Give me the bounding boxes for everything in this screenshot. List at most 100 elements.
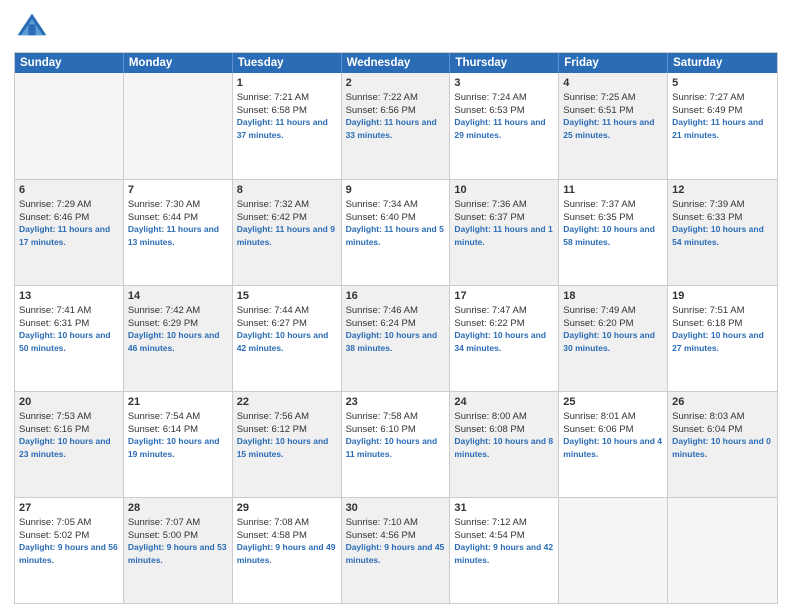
day-number: 19 xyxy=(672,289,773,304)
calendar-cell-25: 25Sunrise: 8:01 AM Sunset: 6:06 PMDayligh… xyxy=(559,392,668,497)
sunset-text: Sunset: 6:33 PM xyxy=(672,212,742,223)
sunset-text: Sunset: 6:46 PM xyxy=(19,212,89,223)
calendar-cell-27: 27Sunrise: 7:05 AMSunset: 5:02 PMDayligh… xyxy=(15,498,124,603)
day-number: 17 xyxy=(454,289,554,304)
day-number: 5 xyxy=(672,76,773,91)
sunset-text: Sunset: 6:04 PM xyxy=(672,424,742,435)
calendar-cell-6: 6Sunrise: 7:29 AMSunset: 6:46 PMDaylight… xyxy=(15,180,124,285)
sunrise-text: Sunrise: 8:00 AM xyxy=(454,411,526,422)
calendar-cell-29: 29Sunrise: 7:08 AMSunset: 4:58 PMDayligh… xyxy=(233,498,342,603)
sunrise-text: Sunrise: 7:32 AM xyxy=(237,199,309,210)
daylight-text: Daylight: 10 hours and 11 minutes. xyxy=(346,436,438,459)
sunset-text: Sunset: 6:22 PM xyxy=(454,318,524,329)
day-number: 20 xyxy=(19,395,119,410)
sunrise-text: Sunrise: 7:25 AM xyxy=(563,92,635,103)
calendar-cell-12: 12Sunrise: 7:39 AMSunset: 6:33 PMDayligh… xyxy=(668,180,777,285)
sunrise-text: Sunrise: 7:42 AM xyxy=(128,305,200,316)
daylight-text: Daylight: 11 hours and 1 minute. xyxy=(454,224,552,247)
day-number: 13 xyxy=(19,289,119,304)
calendar-row-4: 27Sunrise: 7:05 AMSunset: 5:02 PMDayligh… xyxy=(15,497,777,603)
calendar-cell-18: 18Sunrise: 7:49 AMSunset: 6:20 PMDayligh… xyxy=(559,286,668,391)
sunset-text: Sunset: 6:10 PM xyxy=(346,424,416,435)
calendar-cell-3: 3Sunrise: 7:24 AMSunset: 6:53 PMDaylight… xyxy=(450,73,559,179)
day-number: 31 xyxy=(454,501,554,516)
header-day-wednesday: Wednesday xyxy=(342,53,451,73)
day-number: 9 xyxy=(346,183,446,198)
sunrise-text: Sunrise: 7:47 AM xyxy=(454,305,526,316)
day-number: 29 xyxy=(237,501,337,516)
calendar-cell-10: 10Sunrise: 7:36 AMSunset: 6:37 PMDayligh… xyxy=(450,180,559,285)
sunrise-text: Sunrise: 7:58 AM xyxy=(346,411,418,422)
day-number: 10 xyxy=(454,183,554,198)
day-number: 16 xyxy=(346,289,446,304)
calendar-cell-9: 9Sunrise: 7:34 AMSunset: 6:40 PMDaylight… xyxy=(342,180,451,285)
sunset-text: Sunset: 6:20 PM xyxy=(563,318,633,329)
sunrise-text: Sunrise: 7:56 AM xyxy=(237,411,309,422)
sunrise-text: Sunrise: 7:29 AM xyxy=(19,199,91,210)
sunset-text: Sunset: 4:56 PM xyxy=(346,530,416,541)
day-number: 24 xyxy=(454,395,554,410)
sunset-text: Sunset: 6:37 PM xyxy=(454,212,524,223)
sunset-text: Sunset: 5:02 PM xyxy=(19,530,89,541)
calendar-cell-5: 5Sunrise: 7:27 AMSunset: 6:49 PMDaylight… xyxy=(668,73,777,179)
daylight-text: Daylight: 9 hours and 49 minutes. xyxy=(237,542,336,565)
calendar-cell-23: 23Sunrise: 7:58 AM Sunset: 6:10 PMDayligh… xyxy=(342,392,451,497)
day-number: 22 xyxy=(237,395,337,410)
logo-icon xyxy=(14,10,50,46)
calendar-cell-15: 15Sunrise: 7:44 AMSunset: 6:27 PMDayligh… xyxy=(233,286,342,391)
page: SundayMondayTuesdayWednesdayThursdayFrid… xyxy=(0,0,792,612)
calendar-cell-1: 1Sunrise: 7:21 AMSunset: 6:58 PMDaylight… xyxy=(233,73,342,179)
day-number: 2 xyxy=(346,76,446,91)
day-number: 23 xyxy=(346,395,446,410)
daylight-text: Daylight: 10 hours and 0 minutes. xyxy=(672,436,771,459)
daylight-text: Daylight: 10 hours and 23 minutes. xyxy=(19,436,111,459)
sunrise-text: Sunrise: 7:46 AM xyxy=(346,305,418,316)
daylight-text: Daylight: 9 hours and 42 minutes. xyxy=(454,542,553,565)
calendar-row-1: 6Sunrise: 7:29 AMSunset: 6:46 PMDaylight… xyxy=(15,179,777,285)
daylight-text: Daylight: 9 hours and 45 minutes. xyxy=(346,542,445,565)
day-number: 3 xyxy=(454,76,554,91)
daylight-text: Daylight: 10 hours and 4 minutes. xyxy=(563,436,662,459)
calendar-cell-empty xyxy=(15,73,124,179)
daylight-text: Daylight: 10 hours and 50 minutes. xyxy=(19,330,111,353)
calendar-row-3: 20Sunrise: 7:53 AMSunset: 6:16 PMDayligh… xyxy=(15,391,777,497)
sunset-text: Sunset: 6:31 PM xyxy=(19,318,89,329)
sunset-text: Sunset: 4:54 PM xyxy=(454,530,524,541)
header-day-tuesday: Tuesday xyxy=(233,53,342,73)
day-number: 12 xyxy=(672,183,773,198)
daylight-text: Daylight: 11 hours and 29 minutes. xyxy=(454,117,545,140)
day-number: 11 xyxy=(563,183,663,198)
sunrise-text: Sunrise: 7:49 AM xyxy=(563,305,635,316)
sunset-text: Sunset: 6:49 PM xyxy=(672,105,742,116)
daylight-text: Daylight: 10 hours and 19 minutes. xyxy=(128,436,220,459)
day-number: 25 xyxy=(563,395,663,410)
sunset-text: Sunset: 6:40 PM xyxy=(346,212,416,223)
calendar-cell-21: 21Sunrise: 7:54 AMSunset: 6:14 PMDayligh… xyxy=(124,392,233,497)
day-number: 28 xyxy=(128,501,228,516)
sunrise-text: Sunrise: 8:03 AM xyxy=(672,411,744,422)
calendar-row-0: 1Sunrise: 7:21 AMSunset: 6:58 PMDaylight… xyxy=(15,73,777,179)
daylight-text: Daylight: 11 hours and 13 minutes. xyxy=(128,224,219,247)
sunrise-text: Sunrise: 8:01 AM xyxy=(563,411,635,422)
day-number: 4 xyxy=(563,76,663,91)
header xyxy=(14,10,778,46)
sunrise-text: Sunrise: 7:12 AM xyxy=(454,517,526,528)
sunset-text: Sunset: 6:12 PM xyxy=(237,424,307,435)
sunrise-text: Sunrise: 7:22 AM xyxy=(346,92,418,103)
header-day-sunday: Sunday xyxy=(15,53,124,73)
sunset-text: Sunset: 6:16 PM xyxy=(19,424,89,435)
calendar-cell-28: 28Sunrise: 7:07 AMSunset: 5:00 PMDayligh… xyxy=(124,498,233,603)
calendar-cell-26: 26Sunrise: 8:03 AM Sunset: 6:04 PMDayligh… xyxy=(668,392,777,497)
daylight-text: Daylight: 10 hours and 34 minutes. xyxy=(454,330,546,353)
header-day-friday: Friday xyxy=(559,53,668,73)
sunset-text: Sunset: 6:06 PM xyxy=(563,424,633,435)
sunset-text: Sunset: 6:42 PM xyxy=(237,212,307,223)
daylight-text: Daylight: 11 hours and 9 minutes. xyxy=(237,224,335,247)
daylight-text: Daylight: 10 hours and 54 minutes. xyxy=(672,224,764,247)
sunset-text: Sunset: 6:35 PM xyxy=(563,212,633,223)
calendar-cell-24: 24Sunrise: 8:00 AMSunset: 6:08 PMDayligh… xyxy=(450,392,559,497)
day-number: 21 xyxy=(128,395,228,410)
logo xyxy=(14,10,54,46)
day-number: 26 xyxy=(672,395,773,410)
daylight-text: Daylight: 9 hours and 53 minutes. xyxy=(128,542,227,565)
